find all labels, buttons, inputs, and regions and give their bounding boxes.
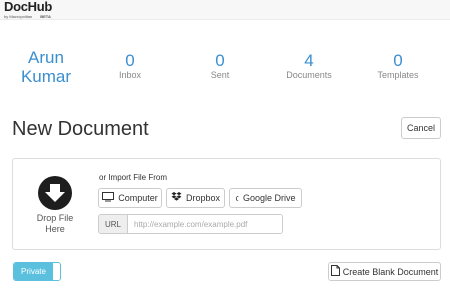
logo-subtitle: by Macropolitan BETA	[4, 14, 52, 19]
top-bar: DocHub by Macropolitan BETA	[0, 0, 450, 20]
stat-label: Inbox	[118, 70, 142, 80]
import-google-drive-button[interactable]: 𝔠 Google Drive	[229, 188, 302, 208]
import-dropbox-button[interactable]: Dropbox	[166, 188, 225, 208]
user-last-name: Kumar	[20, 67, 72, 86]
drop-label-line1: Drop File	[36, 213, 74, 223]
stat-inbox[interactable]: 0 Inbox	[105, 52, 155, 81]
import-label: or Import File From	[99, 173, 168, 182]
create-blank-label: Create Blank Document	[342, 266, 439, 277]
page-title: New Document	[12, 118, 149, 140]
stat-count: 0	[125, 51, 135, 70]
stat-templates[interactable]: 0 Templates	[370, 52, 426, 81]
url-import-group: URL	[98, 214, 283, 234]
stat-label: Sent	[210, 70, 230, 80]
url-input[interactable]	[128, 215, 282, 233]
privacy-toggle[interactable]: Private	[13, 262, 61, 281]
create-blank-document-button[interactable]: Create Blank Document	[328, 262, 441, 281]
logo-tagline: by Macropolitan	[4, 14, 33, 19]
dropbox-icon	[171, 192, 182, 204]
logo-wordmark: DocHub	[4, 0, 53, 14]
stat-label: Documents	[286, 70, 332, 80]
drop-label-line2: Here	[45, 224, 65, 234]
stat-sent[interactable]: 0 Sent	[195, 52, 245, 81]
stat-label: Templates	[377, 70, 419, 80]
stat-count: 4	[304, 51, 314, 70]
cancel-button[interactable]: Cancel	[401, 117, 441, 139]
beta-badge: BETA	[40, 14, 51, 19]
stat-count: 0	[215, 51, 225, 70]
user-name: Arun Kumar	[14, 48, 78, 86]
stat-count: 0	[393, 51, 403, 70]
toggle-knob	[53, 263, 60, 280]
google-icon: 𝔠	[235, 191, 239, 204]
import-google-drive-label: Google Drive	[242, 193, 296, 203]
drop-file-label: Drop File Here	[30, 213, 80, 235]
monitor-icon	[102, 192, 115, 204]
url-addon-label: URL	[99, 215, 128, 233]
stat-documents[interactable]: 4 Documents	[280, 52, 338, 81]
upload-panel	[12, 158, 441, 250]
import-dropbox-label: Dropbox	[185, 193, 221, 203]
document-icon	[330, 265, 340, 278]
privacy-toggle-label: Private	[14, 263, 53, 280]
import-computer-label: Computer	[118, 193, 158, 203]
dochub-logo[interactable]: DocHub by Macropolitan BETA	[4, 0, 52, 19]
user-first-name: Arun	[28, 48, 64, 67]
download-arrow-icon[interactable]	[38, 176, 72, 210]
import-computer-button[interactable]: Computer	[98, 188, 162, 208]
